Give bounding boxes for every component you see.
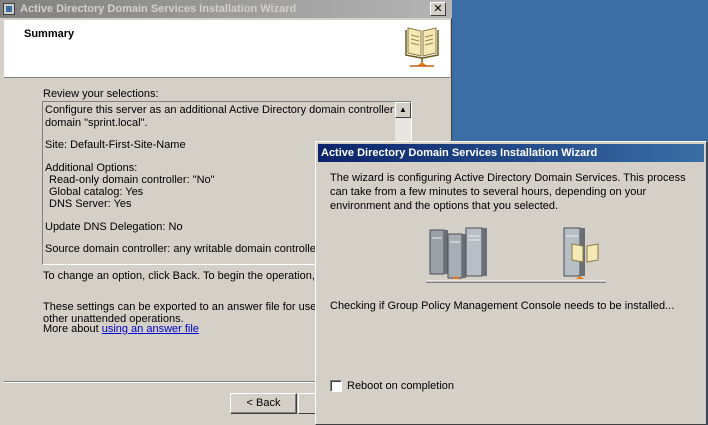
selection-line: domain "sprint.local". xyxy=(45,117,148,129)
answer-file-link[interactable]: using an answer file xyxy=(102,323,199,335)
progress-description: The wizard is configuring Active Directo… xyxy=(330,172,686,212)
progress-dialog: Active Directory Domain Services Install… xyxy=(315,141,707,425)
close-button[interactable]: ✕ xyxy=(430,2,446,16)
reboot-label[interactable]: Reboot on completion xyxy=(347,380,454,393)
background-window-title: Active Directory Domain Services Install… xyxy=(20,3,297,15)
selection-line: Source domain controller: any writable d… xyxy=(45,243,320,255)
reboot-checkbox[interactable] xyxy=(330,380,342,392)
close-icon: ✕ xyxy=(433,3,443,15)
server-cluster-icon xyxy=(429,227,487,279)
export-text: These settings can be exported to an ans… xyxy=(43,301,339,313)
more-about-line: More about using an answer file xyxy=(43,323,199,335)
book-icon xyxy=(405,27,439,67)
more-about-text: More about xyxy=(43,323,102,335)
dialog-title-bar[interactable]: Active Directory Domain Services Install… xyxy=(318,144,704,162)
selection-line: Update DNS Delegation: No xyxy=(45,221,183,233)
review-label: Review your selections: xyxy=(43,88,159,100)
selection-line: DNS Server: Yes xyxy=(49,198,132,210)
replication-graphic xyxy=(426,227,606,283)
change-instructions: To change an option, click Back. To begi… xyxy=(43,270,351,282)
selection-line: Site: Default-First-Site-Name xyxy=(45,139,186,151)
status-text: Checking if Group Policy Management Cons… xyxy=(330,300,675,312)
selection-line: Configure this server as an additional A… xyxy=(45,104,412,116)
background-title-bar[interactable]: Active Directory Domain Services Install… xyxy=(0,0,452,18)
server-with-book-icon xyxy=(563,227,599,279)
back-button[interactable]: < Back xyxy=(230,393,297,414)
scroll-up-arrow-icon[interactable]: ▲ xyxy=(395,102,411,118)
wizard-app-icon[interactable] xyxy=(3,3,15,15)
wizard-header: Summary xyxy=(4,20,450,78)
page-title: Summary xyxy=(24,28,75,40)
dialog-title: Active Directory Domain Services Install… xyxy=(321,147,598,159)
